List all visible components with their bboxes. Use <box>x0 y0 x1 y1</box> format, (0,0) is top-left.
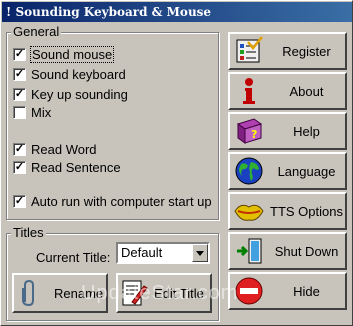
info-icon <box>230 74 268 108</box>
lips-icon <box>230 194 268 228</box>
language-label: Language <box>277 163 336 179</box>
help-label: Help <box>293 123 320 139</box>
key-up-sounding-checkbox[interactable]: ✓ Key up sounding <box>13 86 128 102</box>
hide-button[interactable]: Hide <box>228 272 347 310</box>
about-button[interactable]: About <box>228 72 347 110</box>
tts-options-button[interactable]: TTS Options <box>228 192 347 230</box>
checkmark-icon: ✓ <box>13 67 26 81</box>
exit-door-icon <box>230 234 268 268</box>
edit-pencil-icon <box>118 278 150 308</box>
edit-title-label: Edit Title <box>154 285 204 301</box>
paperclip-icon <box>14 278 44 308</box>
mix-label: Mix <box>31 104 52 120</box>
empty-checkbox-icon <box>13 105 26 119</box>
main-window: ! Sounding Keyboard & Mouse General ✓ So… <box>0 0 353 326</box>
general-group-label: General <box>11 24 62 40</box>
read-sentence-checkbox[interactable]: ✓ Read Sentence <box>13 159 121 175</box>
checkmark-icon: ✓ <box>13 87 26 101</box>
checkmark-icon: ✓ <box>13 160 26 174</box>
current-title-value: Default <box>121 245 163 260</box>
hide-icon <box>230 274 268 308</box>
help-book-icon: ? <box>230 114 268 148</box>
key-up-sounding-label: Key up sounding <box>31 86 128 102</box>
read-word-checkbox[interactable]: ✓ Read Word <box>13 141 97 157</box>
globe-icon <box>230 154 268 188</box>
rename-label: Rename <box>54 285 104 301</box>
auto-run-label: Auto run with computer start up <box>31 193 212 209</box>
help-button[interactable]: ? Help <box>228 112 347 150</box>
hide-label: Hide <box>293 283 320 299</box>
sound-keyboard-label: Sound keyboard <box>31 66 126 82</box>
rename-button[interactable]: Rename <box>12 273 108 313</box>
current-title-label: Current Title: <box>36 250 111 265</box>
shut-down-label: Shut Down <box>274 243 339 259</box>
titles-group-label: Titles <box>11 225 46 241</box>
window-title: ! Sounding Keyboard & Mouse <box>2 2 352 22</box>
register-icon <box>230 34 268 68</box>
read-sentence-label: Read Sentence <box>31 159 121 175</box>
language-button[interactable]: Language <box>228 152 347 190</box>
sound-mouse-checkbox[interactable]: ✓ Sound mouse <box>13 45 115 63</box>
checkmark-icon: ✓ <box>13 47 26 61</box>
shut-down-button[interactable]: Shut Down <box>228 232 347 270</box>
checkmark-icon: ✓ <box>13 142 26 156</box>
edit-title-button[interactable]: Edit Title <box>116 273 212 313</box>
tts-options-label: TTS Options <box>270 203 343 219</box>
sound-mouse-label: Sound mouse <box>29 45 115 63</box>
mix-checkbox[interactable]: Mix <box>13 104 51 120</box>
about-label: About <box>289 83 324 99</box>
chevron-down-icon[interactable] <box>192 244 208 262</box>
sound-keyboard-checkbox[interactable]: ✓ Sound keyboard <box>13 66 126 82</box>
current-title-dropdown[interactable]: Default <box>116 242 210 264</box>
checkmark-icon: ✓ <box>13 194 26 208</box>
svg-text:?: ? <box>251 128 257 141</box>
register-button[interactable]: Register <box>228 32 347 70</box>
register-label: Register <box>282 43 331 59</box>
auto-run-checkbox[interactable]: ✓ Auto run with computer start up <box>13 193 212 209</box>
read-word-label: Read Word <box>31 141 97 157</box>
